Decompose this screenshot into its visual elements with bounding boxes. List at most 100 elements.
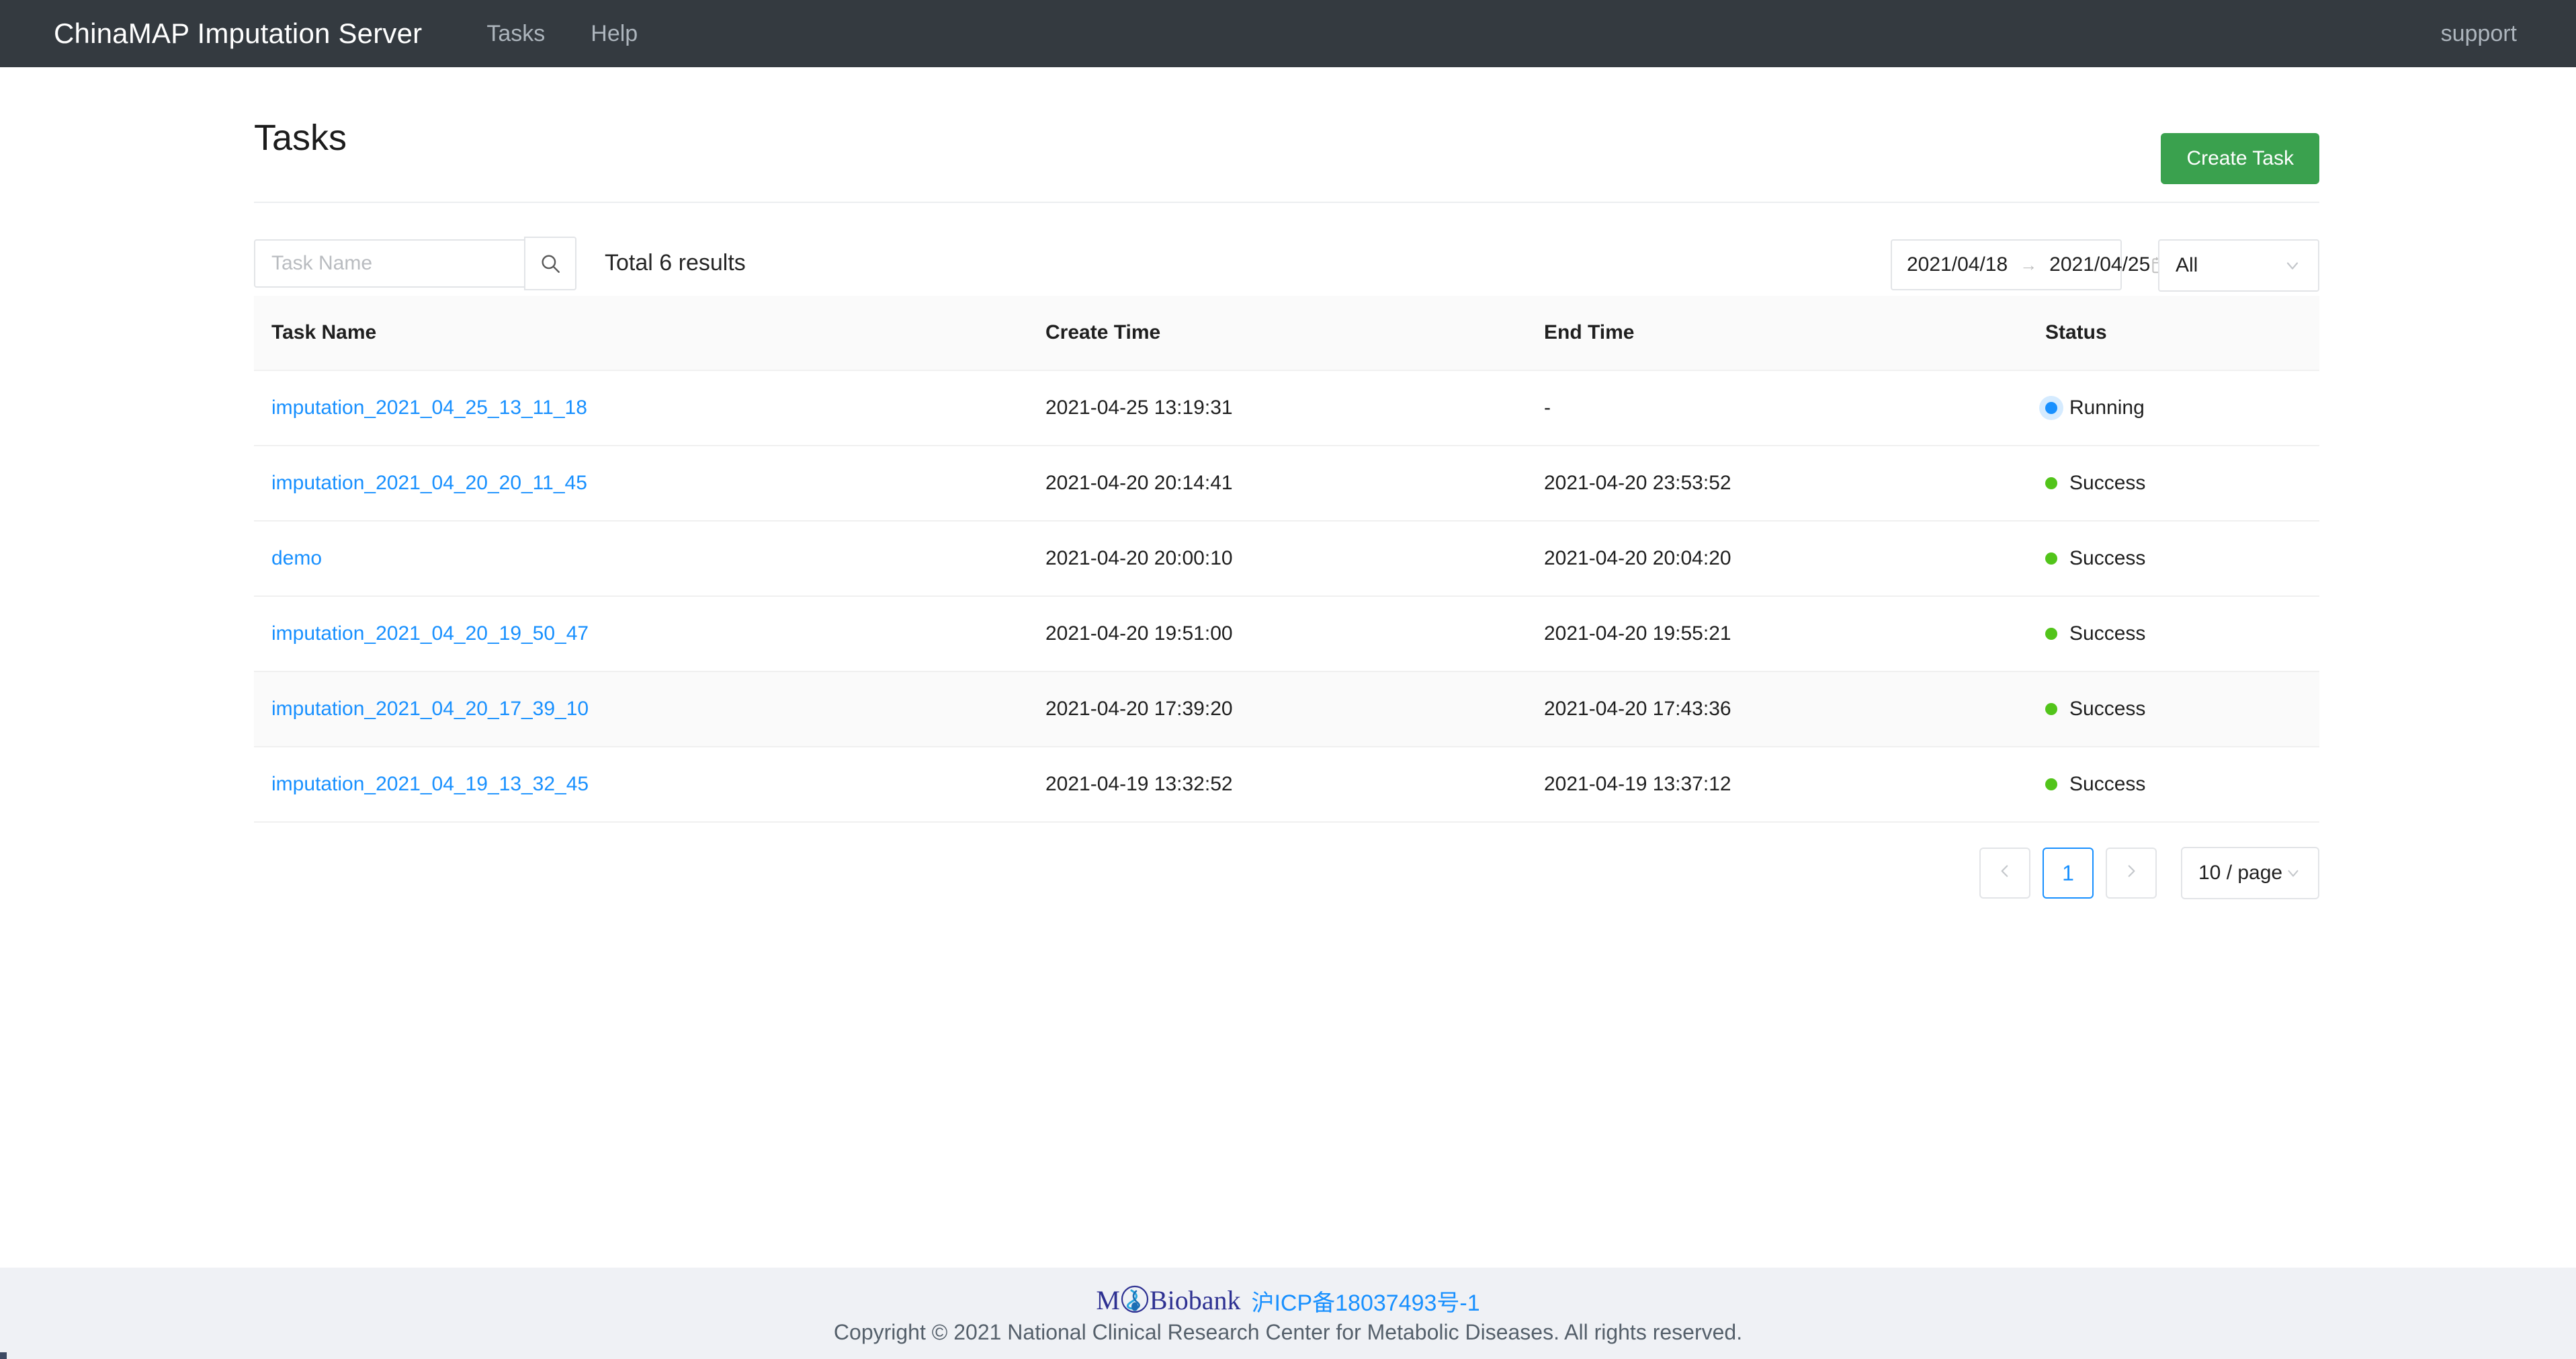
table-row[interactable]: imputation_2021_04_19_13_32_45 2021-04-19… xyxy=(254,747,2319,822)
task-name-link[interactable]: imputation_2021_04_20_19_50_47 xyxy=(271,622,589,645)
status-dot xyxy=(2045,402,2057,414)
cell-create-time: 2021-04-20 20:00:10 xyxy=(1028,521,1527,596)
cell-task-name: imputation_2021_04_20_20_11_45 xyxy=(254,446,1028,521)
pagination-next-button[interactable] xyxy=(2106,848,2157,899)
page-title: Tasks xyxy=(254,120,347,156)
cell-status: Success xyxy=(2028,671,2319,747)
footer-logo-row: M Biobank 沪ICP备18037493号-1 xyxy=(1096,1285,1479,1316)
dna-helix-icon xyxy=(1120,1284,1150,1317)
cell-create-time: 2021-04-19 13:32:52 xyxy=(1028,747,1527,822)
date-range-end[interactable]: 2021/04/25 xyxy=(2049,253,2150,276)
search-icon xyxy=(539,252,562,275)
page-header: Tasks Create Task xyxy=(254,67,2319,202)
status-dot-icon xyxy=(2045,778,2057,790)
cell-task-name: imputation_2021_04_25_13_11_18 xyxy=(254,370,1028,446)
brand-title[interactable]: ChinaMAP Imputation Server xyxy=(54,17,422,50)
column-header-create-time: Create Time xyxy=(1028,296,1527,370)
cell-status: Success xyxy=(2028,521,2319,596)
cell-task-name: demo xyxy=(254,521,1028,596)
status-badge: Success xyxy=(2045,547,2319,570)
page-size-select[interactable]: 10 / page xyxy=(2181,847,2319,899)
status-dot-icon xyxy=(2045,628,2057,640)
pager: 1 10 / page xyxy=(1979,847,2319,899)
status-label: Success xyxy=(2069,472,2145,495)
content-inner: Tasks Create Task xyxy=(254,67,2319,930)
search-input[interactable] xyxy=(254,239,524,288)
task-name-link[interactable]: demo xyxy=(271,547,322,569)
top-navbar: ChinaMAP Imputation Server Tasks Help su… xyxy=(0,0,2576,67)
total-results-label: Total 6 results xyxy=(605,250,746,276)
status-dot xyxy=(2045,628,2057,640)
pagination-page-number: 1 xyxy=(2062,861,2074,886)
status-dot xyxy=(2045,477,2057,489)
tasks-table-head: Task Name Create Time End Time Status xyxy=(254,296,2319,370)
corner-artifact xyxy=(0,1352,7,1359)
status-filter-select[interactable]: All xyxy=(2158,239,2319,292)
task-name-link[interactable]: imputation_2021_04_25_13_11_18 xyxy=(271,397,587,419)
search-group xyxy=(254,239,576,290)
cell-create-time: 2021-04-20 19:51:00 xyxy=(1028,596,1527,671)
status-dot-icon xyxy=(2045,552,2057,565)
chevron-right-icon xyxy=(2122,862,2140,884)
nav-link-help[interactable]: Help xyxy=(568,21,660,47)
cell-create-time: 2021-04-25 13:19:31 xyxy=(1028,370,1527,446)
date-range-picker[interactable]: 2021/04/18 → 2021/04/25 xyxy=(1891,239,2122,290)
pagination-bar: 1 10 / page xyxy=(254,823,2319,930)
main-content: Tasks Create Task xyxy=(0,67,2576,1268)
status-filter-value: All xyxy=(2176,254,2198,277)
task-name-link[interactable]: imputation_2021_04_20_17_39_10 xyxy=(271,698,589,720)
chevron-left-icon xyxy=(1996,862,2014,884)
page-size-value: 10 / page xyxy=(2198,862,2282,884)
status-badge: Success xyxy=(2045,773,2319,796)
logo-text-m: M xyxy=(1096,1287,1120,1314)
status-badge: Success xyxy=(2045,472,2319,495)
app-root: ChinaMAP Imputation Server Tasks Help su… xyxy=(0,0,2576,1359)
status-label: Success xyxy=(2069,547,2145,570)
cell-task-name: imputation_2021_04_20_17_39_10 xyxy=(254,671,1028,747)
create-task-button[interactable]: Create Task xyxy=(2161,133,2319,184)
cell-status: Running xyxy=(2028,370,2319,446)
cell-create-time: 2021-04-20 20:14:41 xyxy=(1028,446,1527,521)
cell-status: Success xyxy=(2028,596,2319,671)
cell-end-time: 2021-04-20 17:43:36 xyxy=(1527,671,2028,747)
cell-end-time: 2021-04-19 13:37:12 xyxy=(1527,747,2028,822)
table-row[interactable]: imputation_2021_04_25_13_11_18 2021-04-25… xyxy=(254,370,2319,446)
status-dot xyxy=(2045,552,2057,565)
task-name-link[interactable]: imputation_2021_04_20_20_11_45 xyxy=(271,472,587,494)
status-badge: Success xyxy=(2045,698,2319,720)
date-range-separator: → xyxy=(2020,256,2037,274)
nav-link-support[interactable]: support xyxy=(2441,21,2517,47)
table-header-row: Task Name Create Time End Time Status xyxy=(254,296,2319,370)
pagination-prev-button[interactable] xyxy=(1979,848,2030,899)
column-header-task-name: Task Name xyxy=(254,296,1028,370)
chevron-down-icon xyxy=(2284,864,2302,882)
column-header-end-time: End Time xyxy=(1527,296,2028,370)
cell-end-time: 2021-04-20 20:04:20 xyxy=(1527,521,2028,596)
status-label: Success xyxy=(2069,773,2145,796)
cell-status: Success xyxy=(2028,747,2319,822)
table-row[interactable]: imputation_2021_04_20_17_39_10 2021-04-20… xyxy=(254,671,2319,747)
nav-link-tasks[interactable]: Tasks xyxy=(464,21,568,47)
nav-right: support xyxy=(2441,21,2517,47)
cell-end-time: 2021-04-20 23:53:52 xyxy=(1527,446,2028,521)
tasks-table: Task Name Create Time End Time Status im… xyxy=(254,296,2319,823)
table-row[interactable]: imputation_2021_04_20_20_11_45 2021-04-20… xyxy=(254,446,2319,521)
status-label: Success xyxy=(2069,698,2145,720)
logo-text-biobank: Biobank xyxy=(1150,1287,1241,1314)
task-name-link[interactable]: imputation_2021_04_19_13_32_45 xyxy=(271,773,589,795)
mbiobank-logo[interactable]: M Biobank xyxy=(1096,1284,1240,1317)
status-dot-icon xyxy=(2045,703,2057,715)
chevron-down-icon xyxy=(2283,256,2302,275)
pagination-page-1[interactable]: 1 xyxy=(2043,848,2094,899)
icp-license-link[interactable]: 沪ICP备18037493号-1 xyxy=(1251,1284,1479,1317)
status-dot xyxy=(2045,778,2057,790)
date-range-start[interactable]: 2021/04/18 xyxy=(1907,253,2008,276)
table-row[interactable]: demo 2021-04-20 20:00:102021-04-20 20:04:… xyxy=(254,521,2319,596)
table-row[interactable]: imputation_2021_04_20_19_50_47 2021-04-20… xyxy=(254,596,2319,671)
filter-toolbar: Total 6 results 2021/04/18 → 2021/04/25 xyxy=(254,202,2319,296)
nav-links: Tasks Help xyxy=(464,21,660,47)
search-button[interactable] xyxy=(524,237,576,290)
page-footer: M Biobank 沪ICP备18037493号-1 Copyright © 2… xyxy=(0,1268,2576,1359)
status-dot-icon xyxy=(2045,402,2057,414)
status-dot-icon xyxy=(2045,477,2057,489)
